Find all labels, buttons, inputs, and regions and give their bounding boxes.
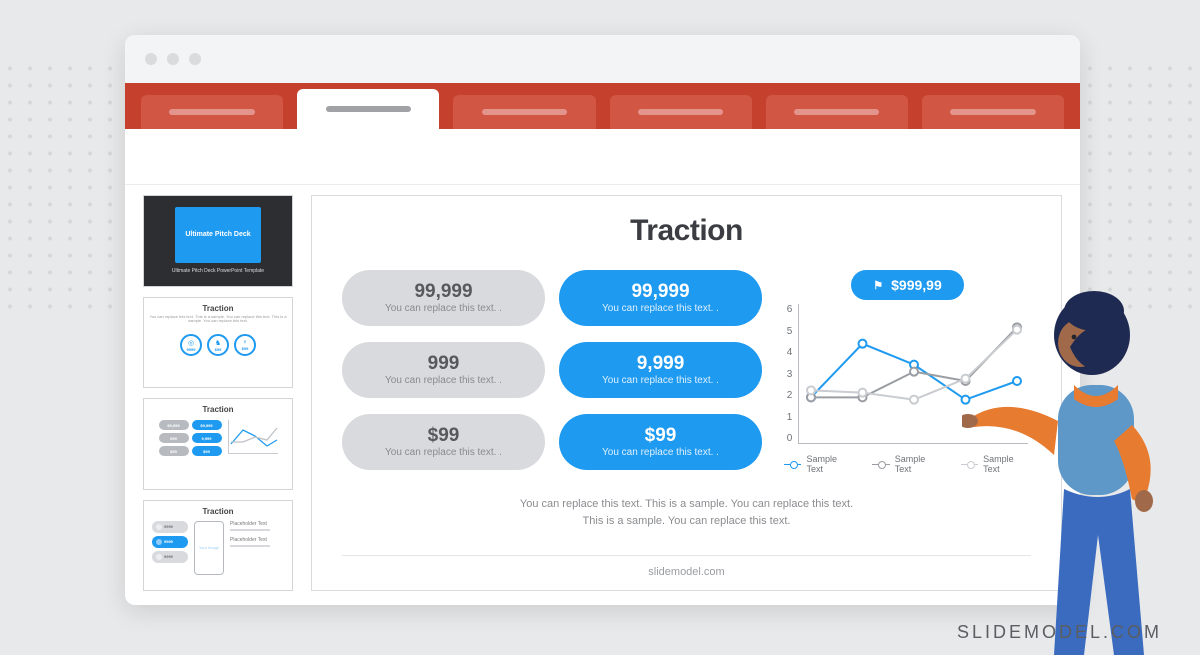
window-control-min[interactable] — [167, 53, 179, 65]
bulb-icon: ♀ — [242, 339, 247, 346]
ribbon-tab-4[interactable] — [610, 95, 752, 129]
thumbnail-1[interactable]: Ultimate Pitch Deck Ultimate Pitch Deck … — [143, 195, 293, 287]
legend-item-1: Sample Text — [784, 454, 854, 474]
workspace: Ultimate Pitch Deck Ultimate Pitch Deck … — [125, 185, 1080, 605]
slide-canvas[interactable]: Traction 99,999You can replace this text… — [311, 195, 1062, 591]
thumbnail-3[interactable]: Traction $9,999 $9,999 999 9,999 $99 $99 — [143, 398, 293, 490]
thumb3-title: Traction — [202, 405, 233, 414]
badge-value: $999,99 — [891, 277, 942, 293]
thumb3-pill: $99 — [159, 446, 189, 456]
phone-icon: Your Image — [194, 521, 224, 575]
legend-item-2: Sample Text — [872, 454, 942, 474]
metric-pill: $99You can replace this text. . — [559, 414, 762, 470]
metric-pill: 999You can replace this text. . — [342, 342, 545, 398]
thumb3-pills: $9,999 $9,999 999 9,999 $99 $99 — [159, 420, 222, 456]
presenter-illustration — [962, 275, 1182, 655]
window-control-close[interactable] — [145, 53, 157, 65]
window-control-max[interactable] — [189, 53, 201, 65]
app-window: Ultimate Pitch Deck Ultimate Pitch Deck … — [125, 35, 1080, 605]
brand-watermark: SLIDEMODEL.COM — [957, 622, 1162, 643]
thumb2-chips: ◎ 9999 ♞ $99 ♀ $99 — [180, 334, 256, 356]
thumbnail-2[interactable]: Traction You can replace this text. This… — [143, 297, 293, 389]
thumb4-ph2: Placeholder Text — [230, 537, 284, 543]
window-titlebar — [125, 35, 1080, 83]
chart-y-axis: 6543210 — [787, 304, 793, 444]
ribbon-tab-6[interactable] — [922, 95, 1064, 129]
thumbnail-4[interactable]: Traction 9999 9999 9999 Your Image Place… — [143, 500, 293, 592]
metric-pill: 99,999You can replace this text. . — [342, 270, 545, 326]
metric-pill: 99,999You can replace this text. . — [559, 270, 762, 326]
thumb2-title: Traction — [202, 304, 233, 313]
slide-title: Traction — [342, 214, 1031, 248]
ribbon-tab-2-active[interactable] — [297, 89, 439, 129]
ribbon-tabs — [125, 83, 1080, 129]
thumb2-chip-2: ♞ $99 — [207, 334, 229, 356]
thumb4-pill: 9999 — [152, 551, 188, 563]
thumb3-pill: 9,999 — [192, 433, 222, 443]
metric-pill: 9,999You can replace this text. . — [559, 342, 762, 398]
thumb4-title: Traction — [202, 507, 233, 516]
slide-footer: slidemodel.com — [342, 555, 1031, 582]
ribbon-tab-1[interactable] — [141, 95, 283, 129]
slide-caption: You can replace this text. This is a sam… — [342, 496, 1031, 529]
ribbon-toolbar — [125, 129, 1080, 185]
thumb2-chip-1: ◎ 9999 — [180, 334, 202, 356]
thumb3-pill: $9,999 — [159, 420, 189, 430]
metric-badge: ⚑ $999,99 — [851, 270, 963, 300]
thumb4-ph1: Placeholder Text — [230, 521, 284, 527]
target-icon: ◎ — [188, 339, 194, 347]
thumb4-pill: 9999 — [152, 536, 188, 548]
thumb3-pill: 999 — [159, 433, 189, 443]
thumb1-subtitle: Ultimate Pitch Deck PowerPoint Template — [172, 268, 264, 274]
ribbon-tab-5[interactable] — [766, 95, 908, 129]
thumb3-pill: $99 — [192, 446, 222, 456]
slide-thumbnails: Ultimate Pitch Deck Ultimate Pitch Deck … — [143, 195, 293, 591]
thumb1-title: Ultimate Pitch Deck — [175, 207, 260, 263]
thumb3-pill: $9,999 — [192, 420, 222, 430]
thumb2-subtitle: You can replace this text. This is a sam… — [144, 315, 292, 325]
chess-icon: ♞ — [215, 339, 221, 347]
flag-icon: ⚑ — [873, 279, 883, 292]
thumb3-mini-chart — [228, 420, 278, 454]
metric-pills: 99,999You can replace this text. .99,999… — [342, 270, 762, 474]
thumb2-chip-3: ♀ $99 — [234, 334, 256, 356]
ribbon-tab-3[interactable] — [453, 95, 595, 129]
metric-pill: $99You can replace this text. . — [342, 414, 545, 470]
thumb4-pill: 9999 — [152, 521, 188, 533]
